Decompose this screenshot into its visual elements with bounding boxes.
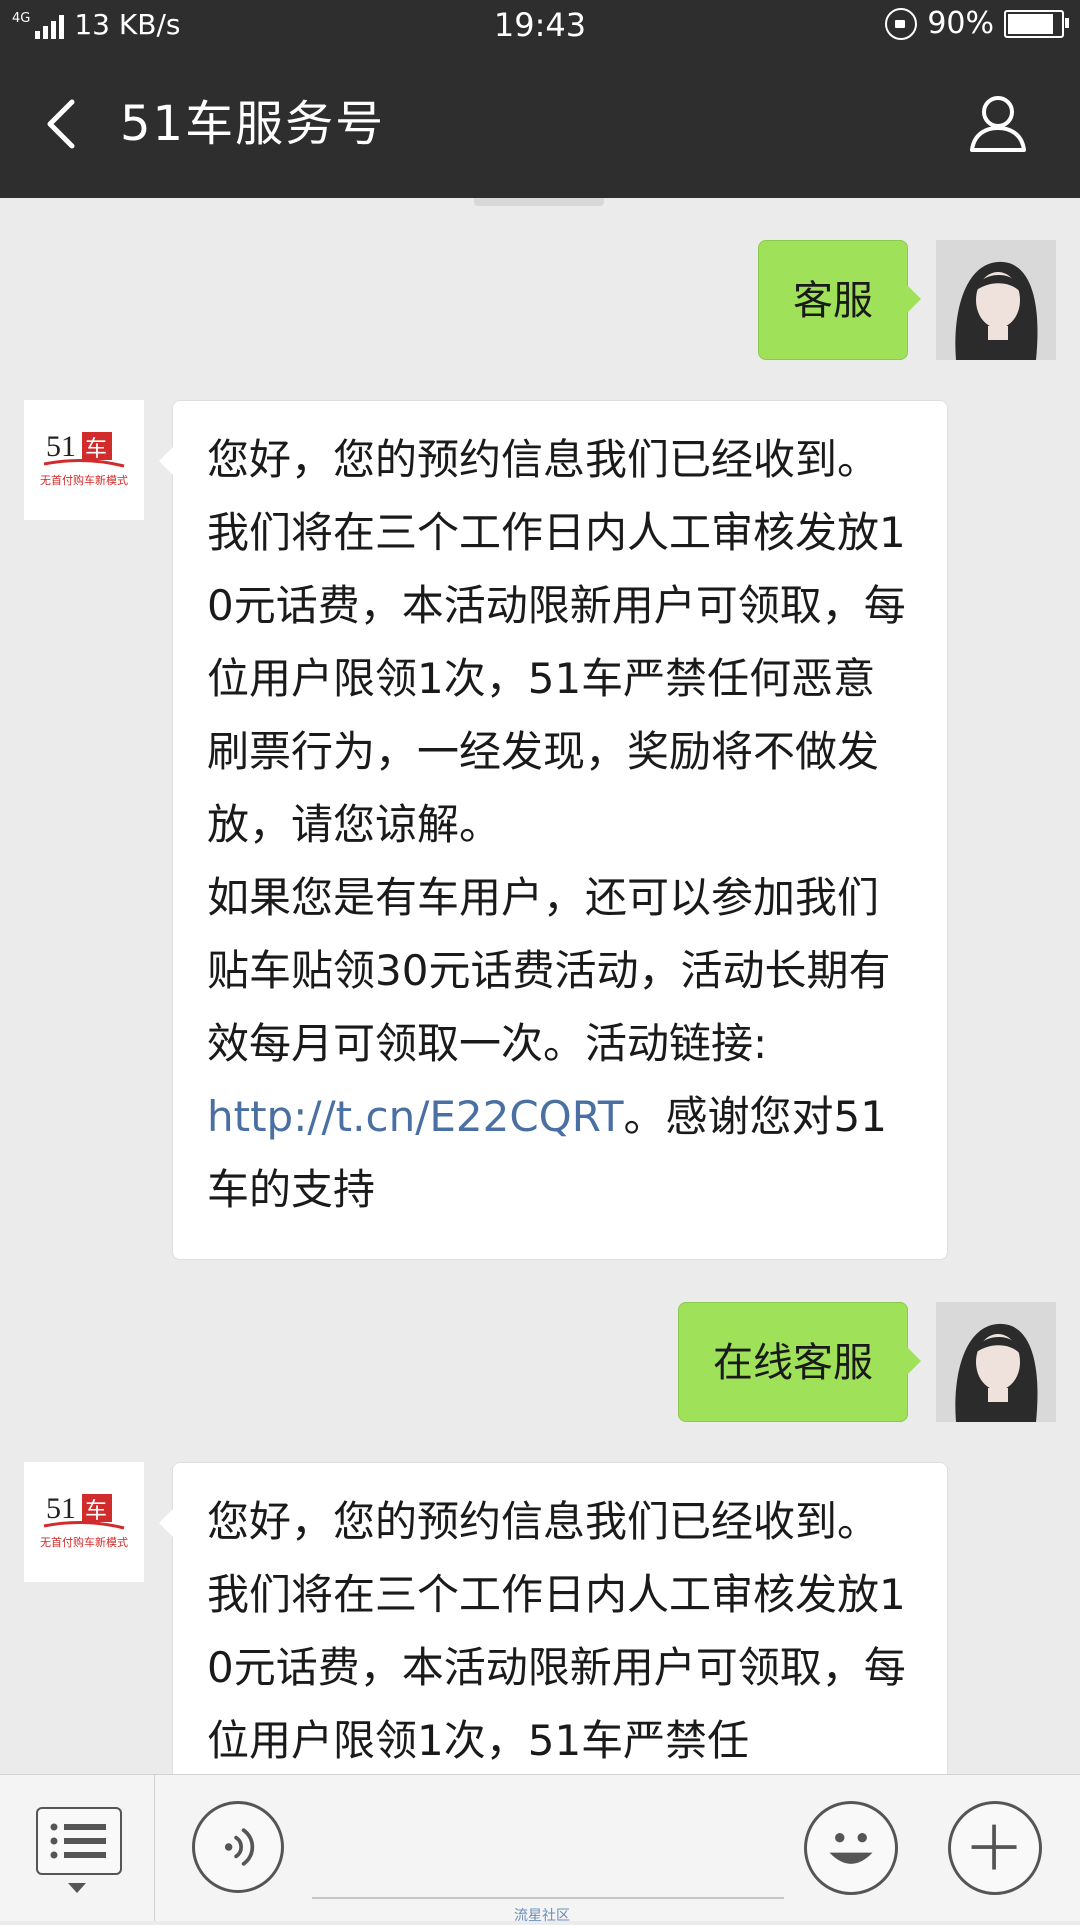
outgoing-bubble[interactable]: 客服 xyxy=(758,240,921,360)
svg-text:51: 51 xyxy=(46,1492,76,1525)
input-bar: 流星社区 xyxy=(0,1774,1080,1924)
outgoing-bubble[interactable]: 在线客服 xyxy=(678,1302,921,1422)
user-photo-icon xyxy=(936,240,1056,360)
status-bar: 4G 13 KB/s 19:43 90% xyxy=(0,0,1080,50)
brand-logo-icon: 51 车 无首付购车新模式 xyxy=(24,400,144,520)
status-bar-right: 90% xyxy=(885,6,1069,41)
battery-fill xyxy=(1008,13,1053,34)
message-row-incoming: 51 车 无首付购车新模式 您好，您的预约信息我们已经收到。我们将在三个工作日内… xyxy=(0,400,1080,1260)
title-bar: 51车服务号 xyxy=(0,50,1080,198)
chat-area[interactable]: 客服 51 车 无首付购车新模式 您好，您的预约信息我们已经收到。我们将在三个工… xyxy=(0,206,1080,1774)
rotation-lock-icon xyxy=(885,7,918,40)
plus-icon xyxy=(971,1824,1017,1870)
svg-text:无首付购车新模式: 无首付购车新模式 xyxy=(40,473,128,487)
voice-button[interactable] xyxy=(192,1801,284,1893)
message-row-outgoing: 客服 xyxy=(0,240,1080,364)
voice-icon xyxy=(224,1828,255,1866)
message-paragraph: 您好，您的预约信息我们已经收到。我们将在三个工作日内人工审核发放10元话费，本活… xyxy=(207,1497,906,1765)
message-row-incoming: 51 车 无首付购车新模式 您好，您的预约信息我们已经收到。我们将在三个工作日内… xyxy=(0,1462,1080,1774)
service-avatar[interactable]: 51 车 无首付购车新模式 xyxy=(24,1462,144,1582)
incoming-bubble[interactable]: 您好，您的预约信息我们已经收到。我们将在三个工作日内人工审核发放10元话费，本活… xyxy=(159,1462,948,1774)
my-avatar[interactable] xyxy=(936,240,1056,360)
message-row-outgoing: 在线客服 xyxy=(0,1302,1080,1426)
incoming-bubble[interactable]: 您好，您的预约信息我们已经收到。我们将在三个工作日内人工审核发放10元话费，本活… xyxy=(159,400,948,1260)
more-button[interactable] xyxy=(948,1801,1042,1895)
pull-handle xyxy=(474,198,604,206)
back-button[interactable] xyxy=(30,94,90,154)
svg-text:无首付购车新模式: 无首付购车新模式 xyxy=(40,1535,128,1549)
emoji-button[interactable] xyxy=(804,1801,898,1895)
divider xyxy=(154,1775,155,1921)
message-input[interactable] xyxy=(312,1799,784,1899)
watermark: 流星社区 xyxy=(514,1908,570,1924)
service-avatar[interactable]: 51 车 无首付购车新模式 xyxy=(24,400,144,520)
message-paragraph: 如果您是有车用户，还可以参加我们贴车贴领30元话费活动，活动长期有效每月可领取一… xyxy=(207,861,917,1226)
menu-button[interactable] xyxy=(36,1807,122,1875)
page-title: 51车服务号 xyxy=(120,96,386,152)
brand-logo-icon: 51 车 无首付购车新模式 xyxy=(24,1462,144,1582)
battery-percent: 90% xyxy=(927,6,994,41)
person-icon xyxy=(970,96,1026,152)
svg-text:51: 51 xyxy=(46,430,76,463)
battery-icon xyxy=(1004,9,1069,38)
caret-down-icon xyxy=(68,1883,86,1893)
svg-text:车: 车 xyxy=(85,1499,107,1524)
user-photo-icon xyxy=(936,1302,1056,1422)
profile-button[interactable] xyxy=(966,92,1030,156)
smiley-icon xyxy=(829,1833,873,1864)
chevron-left-icon xyxy=(47,99,75,149)
list-icon xyxy=(50,1823,106,1859)
message-link[interactable]: http://t.cn/E22CQRT xyxy=(207,1092,624,1141)
message-paragraph: 您好，您的预约信息我们已经收到。我们将在三个工作日内人工审核发放10元话费，本活… xyxy=(207,435,906,849)
my-avatar[interactable] xyxy=(936,1302,1056,1422)
svg-text:车: 车 xyxy=(85,437,107,462)
message-text: 如果您是有车用户，还可以参加我们贴车贴领30元话费活动，活动长期有效每月可领取一… xyxy=(207,873,891,1068)
